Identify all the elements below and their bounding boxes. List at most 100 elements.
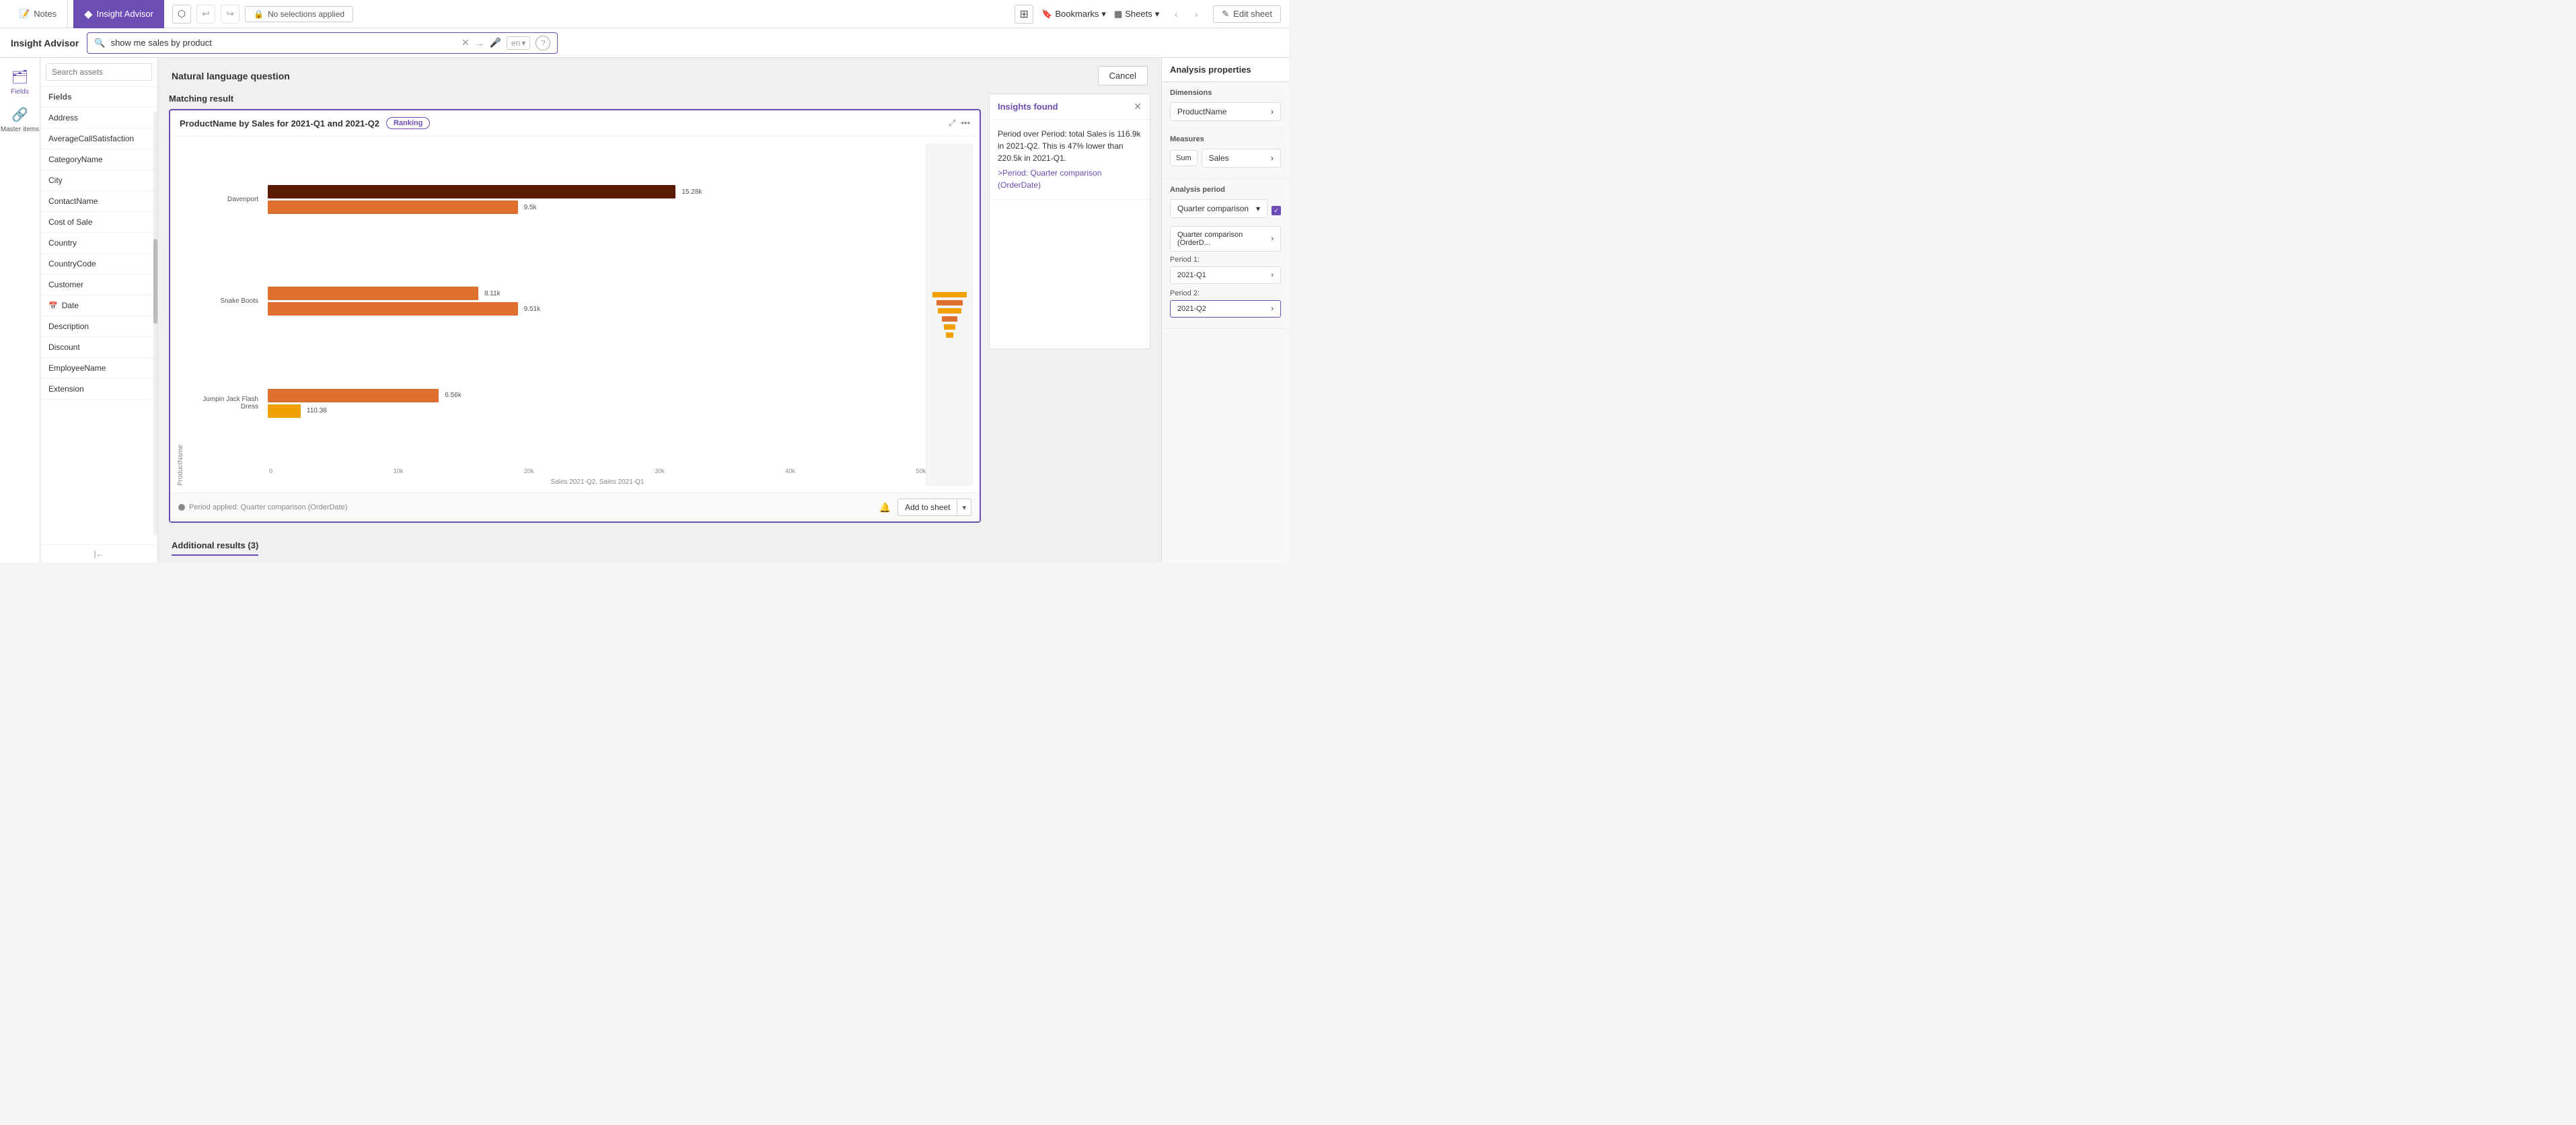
assets-search-input[interactable]: [46, 63, 152, 81]
mic-icon[interactable]: 🎤: [490, 37, 501, 48]
bar-label-jumpinjack: Jumpin Jack Flash Dress: [190, 396, 264, 410]
undo-icon[interactable]: ↩: [196, 5, 215, 24]
no-selections-label: No selections applied: [268, 9, 344, 19]
period1-expand: ›: [1271, 271, 1274, 279]
fields-header: Fields: [40, 87, 157, 108]
period-checkbox[interactable]: ✓: [1272, 206, 1281, 215]
search-bar[interactable]: 🔍 ✕ → 🎤 en ▾ ?: [87, 32, 558, 54]
bar-label-davenport: Davenport: [190, 196, 264, 203]
field-label: CategoryName: [48, 155, 103, 164]
sheets-button[interactable]: ▦ Sheets ▾: [1114, 9, 1159, 20]
add-to-sheet-button[interactable]: Add to sheet ▾: [897, 499, 971, 516]
sidebar-item-master[interactable]: 🔗 Master items: [0, 101, 40, 139]
period2-value-selector[interactable]: 2021-Q2 ›: [1170, 300, 1281, 318]
period-detail-expand: ›: [1271, 235, 1274, 243]
measure-expand-icon: ›: [1271, 153, 1274, 163]
expand-icon[interactable]: ⤢: [949, 118, 955, 129]
master-items-label: Master items: [1, 126, 39, 133]
redo-icon[interactable]: ↪: [221, 5, 240, 24]
field-label: ContactName: [48, 196, 98, 206]
sidebar-item-fields[interactable]: 🗂 Fields: [0, 63, 40, 101]
search-input[interactable]: [111, 38, 456, 48]
period2-label: Period 2:: [1170, 289, 1281, 297]
field-label: Cost of Sale: [48, 217, 92, 227]
additional-results-label[interactable]: Additional results (3): [172, 540, 258, 556]
submit-search-icon[interactable]: →: [475, 38, 484, 48]
period1-value-selector[interactable]: 2021-Q1 ›: [1170, 266, 1281, 284]
field-item-extension[interactable]: Extension: [40, 379, 157, 400]
insight-link[interactable]: >Period: Quarter comparison (OrderDate): [998, 167, 1142, 191]
bar-group-jumpinjack: Jumpin Jack Flash Dress 6.56k: [190, 389, 926, 418]
measure-row: Sum Sales ›: [1170, 149, 1281, 168]
period2-expand: ›: [1271, 305, 1274, 313]
bar-value: 8.11k: [484, 290, 501, 297]
dimension-productname[interactable]: ProductName ›: [1170, 102, 1281, 121]
period-select-dropdown[interactable]: Quarter comparison ▾: [1170, 199, 1267, 218]
dimensions-section: Dimensions ProductName ›: [1162, 82, 1289, 129]
cancel-button[interactable]: Cancel: [1098, 66, 1148, 85]
nav-prev[interactable]: ‹: [1167, 5, 1185, 23]
field-label: Discount: [48, 342, 80, 352]
sheets-arrow: ▾: [1155, 9, 1160, 20]
period-select-arrow: ▾: [1256, 204, 1260, 213]
period1-label: Period 1:: [1170, 256, 1281, 264]
tab-notes[interactable]: 📝 Notes: [8, 0, 68, 28]
field-label: City: [48, 176, 63, 185]
calendar-icon: 📅: [48, 301, 58, 310]
nav-next[interactable]: ›: [1187, 5, 1205, 23]
field-item-discount[interactable]: Discount: [40, 337, 157, 358]
insight-advisor-icon: ◆: [84, 7, 92, 21]
lasso-icon[interactable]: ⬡: [172, 5, 191, 24]
field-item-employee[interactable]: EmployeeName: [40, 358, 157, 379]
field-item-category[interactable]: CategoryName: [40, 149, 157, 170]
help-icon[interactable]: ?: [536, 36, 550, 50]
insights-panel: Insights found ✕ Period over Period: tot…: [989, 94, 1150, 349]
chart-title: ProductName by Sales for 2021-Q1 and 202…: [180, 118, 379, 129]
notes-label: Notes: [34, 9, 57, 19]
tab-insight-advisor[interactable]: ◆ Insight Advisor: [73, 0, 164, 28]
clear-search-icon[interactable]: ✕: [462, 37, 470, 48]
field-item-description[interactable]: Description: [40, 316, 157, 337]
insights-close-button[interactable]: ✕: [1134, 101, 1142, 112]
collapse-icon: |←: [94, 549, 104, 558]
lang-selector[interactable]: en ▾: [507, 36, 530, 50]
period-select-value: Quarter comparison: [1177, 204, 1249, 213]
field-item-avg[interactable]: AverageCallSatisfaction: [40, 129, 157, 149]
bar-davenport-q2: [268, 185, 675, 198]
top-bar-right: ⊞ 🔖 Bookmarks ▾ ▦ Sheets ▾ ‹ › ✎ Edit sh…: [1015, 5, 1281, 24]
period-detail[interactable]: Quarter comparison (OrderD... ›: [1170, 226, 1281, 252]
field-item-countrycode[interactable]: CountryCode: [40, 254, 157, 275]
field-item-contact[interactable]: ContactName: [40, 191, 157, 212]
bar-snakeboots-q1: [268, 302, 518, 316]
more-options-icon[interactable]: •••: [961, 118, 970, 129]
field-item-customer[interactable]: Customer: [40, 275, 157, 295]
bookmarks-button[interactable]: 🔖 Bookmarks ▾: [1041, 9, 1106, 20]
field-label: Country: [48, 238, 77, 248]
dimension-expand-icon: ›: [1271, 107, 1274, 116]
field-label: Address: [48, 113, 78, 122]
measure-agg-tag: Sum: [1170, 150, 1198, 166]
fields-label: Fields: [11, 88, 29, 96]
panel-collapse-btn[interactable]: |←: [40, 544, 157, 562]
field-item-city[interactable]: City: [40, 170, 157, 191]
x-tick: 40k: [785, 468, 795, 474]
alert-icon[interactable]: 🔔: [879, 502, 891, 513]
x-axis-label: Sales 2021-Q2, Sales 2021-Q1: [269, 478, 926, 486]
field-item-costofsale[interactable]: Cost of Sale: [40, 212, 157, 233]
field-item-address[interactable]: Address: [40, 108, 157, 129]
field-item-date[interactable]: 📅 Date: [40, 295, 157, 316]
add-to-sheet-label[interactable]: Add to sheet: [898, 499, 957, 515]
measure-main[interactable]: Sales ›: [1202, 149, 1281, 168]
measures-section: Measures Sum Sales ›: [1162, 129, 1289, 179]
x-tick: 0: [269, 468, 272, 474]
edit-sheet-button[interactable]: ✎ Edit sheet: [1213, 5, 1281, 23]
bar-row: 6.56k: [268, 389, 926, 402]
field-item-country[interactable]: Country: [40, 233, 157, 254]
grid-icon[interactable]: ⊞: [1015, 5, 1033, 24]
period-detail-value: Quarter comparison (OrderD...: [1177, 231, 1271, 247]
pencil-icon: ✎: [1222, 9, 1229, 20]
period-applied-label: Period applied: Quarter comparison (Orde…: [178, 503, 347, 511]
bookmarks-arrow: ▾: [1101, 9, 1106, 20]
bar-value: 9.5k: [524, 204, 537, 211]
add-to-sheet-dropdown-icon[interactable]: ▾: [957, 500, 971, 515]
